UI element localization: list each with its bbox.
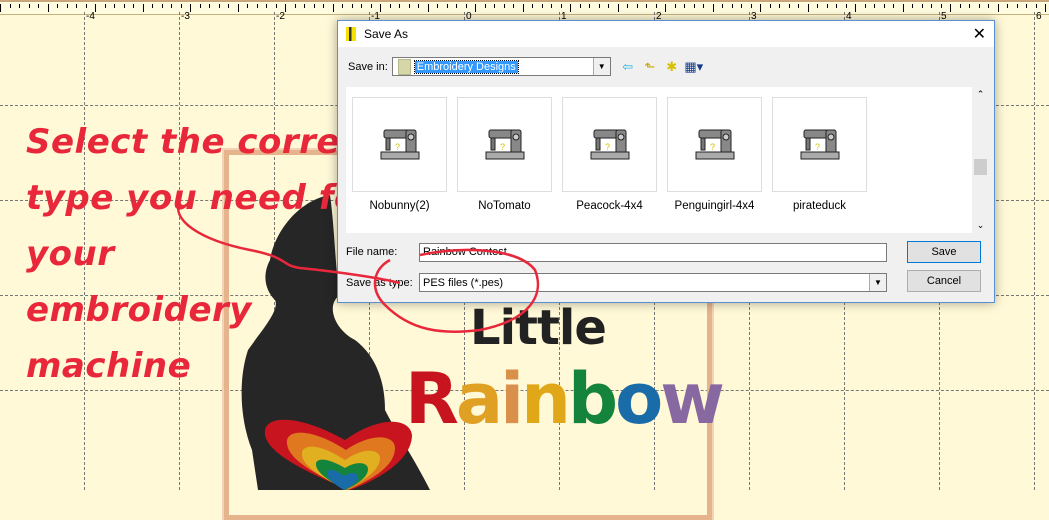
sewing-machine-icon: ? bbox=[352, 97, 447, 192]
save-as-type-label: Save as type: bbox=[346, 277, 413, 289]
annotation-line: your bbox=[26, 234, 115, 274]
dialog-title: Save As bbox=[364, 27, 409, 41]
save-as-type-dropdown[interactable]: PES files (*.pes) ▼ bbox=[419, 273, 887, 292]
save-in-dropdown[interactable]: Embroidery Designs ▼ bbox=[391, 57, 611, 76]
annotation-text: Select the correct type you need for your e… bbox=[26, 114, 377, 394]
rainbow-letter: i bbox=[500, 358, 524, 440]
svg-text:?: ? bbox=[395, 142, 400, 152]
file-item[interactable]: ? Penguingirl-4x4 bbox=[667, 97, 762, 212]
file-name-input[interactable]: Rainbow Contest bbox=[419, 243, 887, 262]
file-name-label: pirateduck bbox=[792, 200, 847, 212]
sewing-machine-icon: ? bbox=[562, 97, 657, 192]
annotation-line: type you need for bbox=[26, 178, 376, 218]
title-bar: Save As ✕ bbox=[338, 21, 994, 47]
save-as-dialog: Save As ✕ Save in: Embroidery Designs ▼ … bbox=[337, 20, 995, 303]
file-item[interactable]: ? Peacock-4x4 bbox=[562, 97, 657, 212]
file-name-label: NoTomato bbox=[478, 200, 531, 212]
view-menu-icon[interactable]: ▦▾ bbox=[683, 59, 705, 75]
file-item[interactable]: ? NoTomato bbox=[457, 97, 552, 212]
rainbow-letter: a bbox=[455, 358, 503, 440]
file-list: ⌃ ⌄ ? Nobunny(2)? NoTomato? Peacock-4x4? Pen… bbox=[346, 87, 989, 233]
design-text-little: Little bbox=[470, 300, 607, 356]
file-item[interactable]: ? Nobunny(2) bbox=[352, 97, 447, 212]
rainbow-letter: n bbox=[521, 358, 571, 440]
annotation-line: Select the correct bbox=[26, 122, 378, 162]
file-item[interactable]: ? pirateduck bbox=[772, 97, 867, 212]
new-folder-icon[interactable]: ✱ bbox=[661, 59, 683, 75]
app-icon bbox=[346, 27, 356, 41]
annotation-line: embroidery bbox=[26, 290, 252, 330]
rainbow-letter: R bbox=[405, 358, 459, 440]
design-text-rainbow: Rainbow bbox=[405, 358, 725, 440]
scroll-thumb[interactable] bbox=[974, 159, 987, 175]
svg-text:?: ? bbox=[710, 142, 715, 152]
chevron-down-icon[interactable]: ▼ bbox=[869, 274, 886, 291]
rainbow-letter: w bbox=[660, 358, 725, 440]
sewing-machine-icon: ? bbox=[667, 97, 762, 192]
file-name-label: Peacock-4x4 bbox=[576, 200, 643, 212]
save-button[interactable]: Save bbox=[907, 241, 981, 263]
save-in-label: Save in: bbox=[348, 60, 388, 73]
back-icon[interactable]: ⇦ bbox=[617, 59, 639, 75]
file-name-label: Nobunny(2) bbox=[369, 200, 430, 212]
file-name-label: Penguingirl-4x4 bbox=[674, 200, 755, 212]
folder-icon bbox=[397, 58, 411, 75]
file-name-label: File name: bbox=[346, 246, 398, 258]
cancel-button[interactable]: Cancel bbox=[907, 270, 981, 292]
svg-text:?: ? bbox=[815, 142, 820, 152]
scrollbar[interactable]: ⌃ ⌄ bbox=[972, 87, 989, 233]
sewing-machine-icon: ? bbox=[772, 97, 867, 192]
up-folder-icon[interactable]: ⬑ bbox=[639, 59, 661, 75]
close-icon[interactable]: ✕ bbox=[973, 24, 986, 44]
chevron-down-icon[interactable]: ▼ bbox=[592, 58, 610, 75]
rainbow-letter: o bbox=[615, 358, 663, 440]
svg-text:?: ? bbox=[605, 142, 610, 152]
rainbow-letter: b bbox=[568, 358, 618, 440]
annotation-line: machine bbox=[26, 346, 192, 386]
svg-text:?: ? bbox=[500, 142, 505, 152]
sewing-machine-icon: ? bbox=[457, 97, 552, 192]
